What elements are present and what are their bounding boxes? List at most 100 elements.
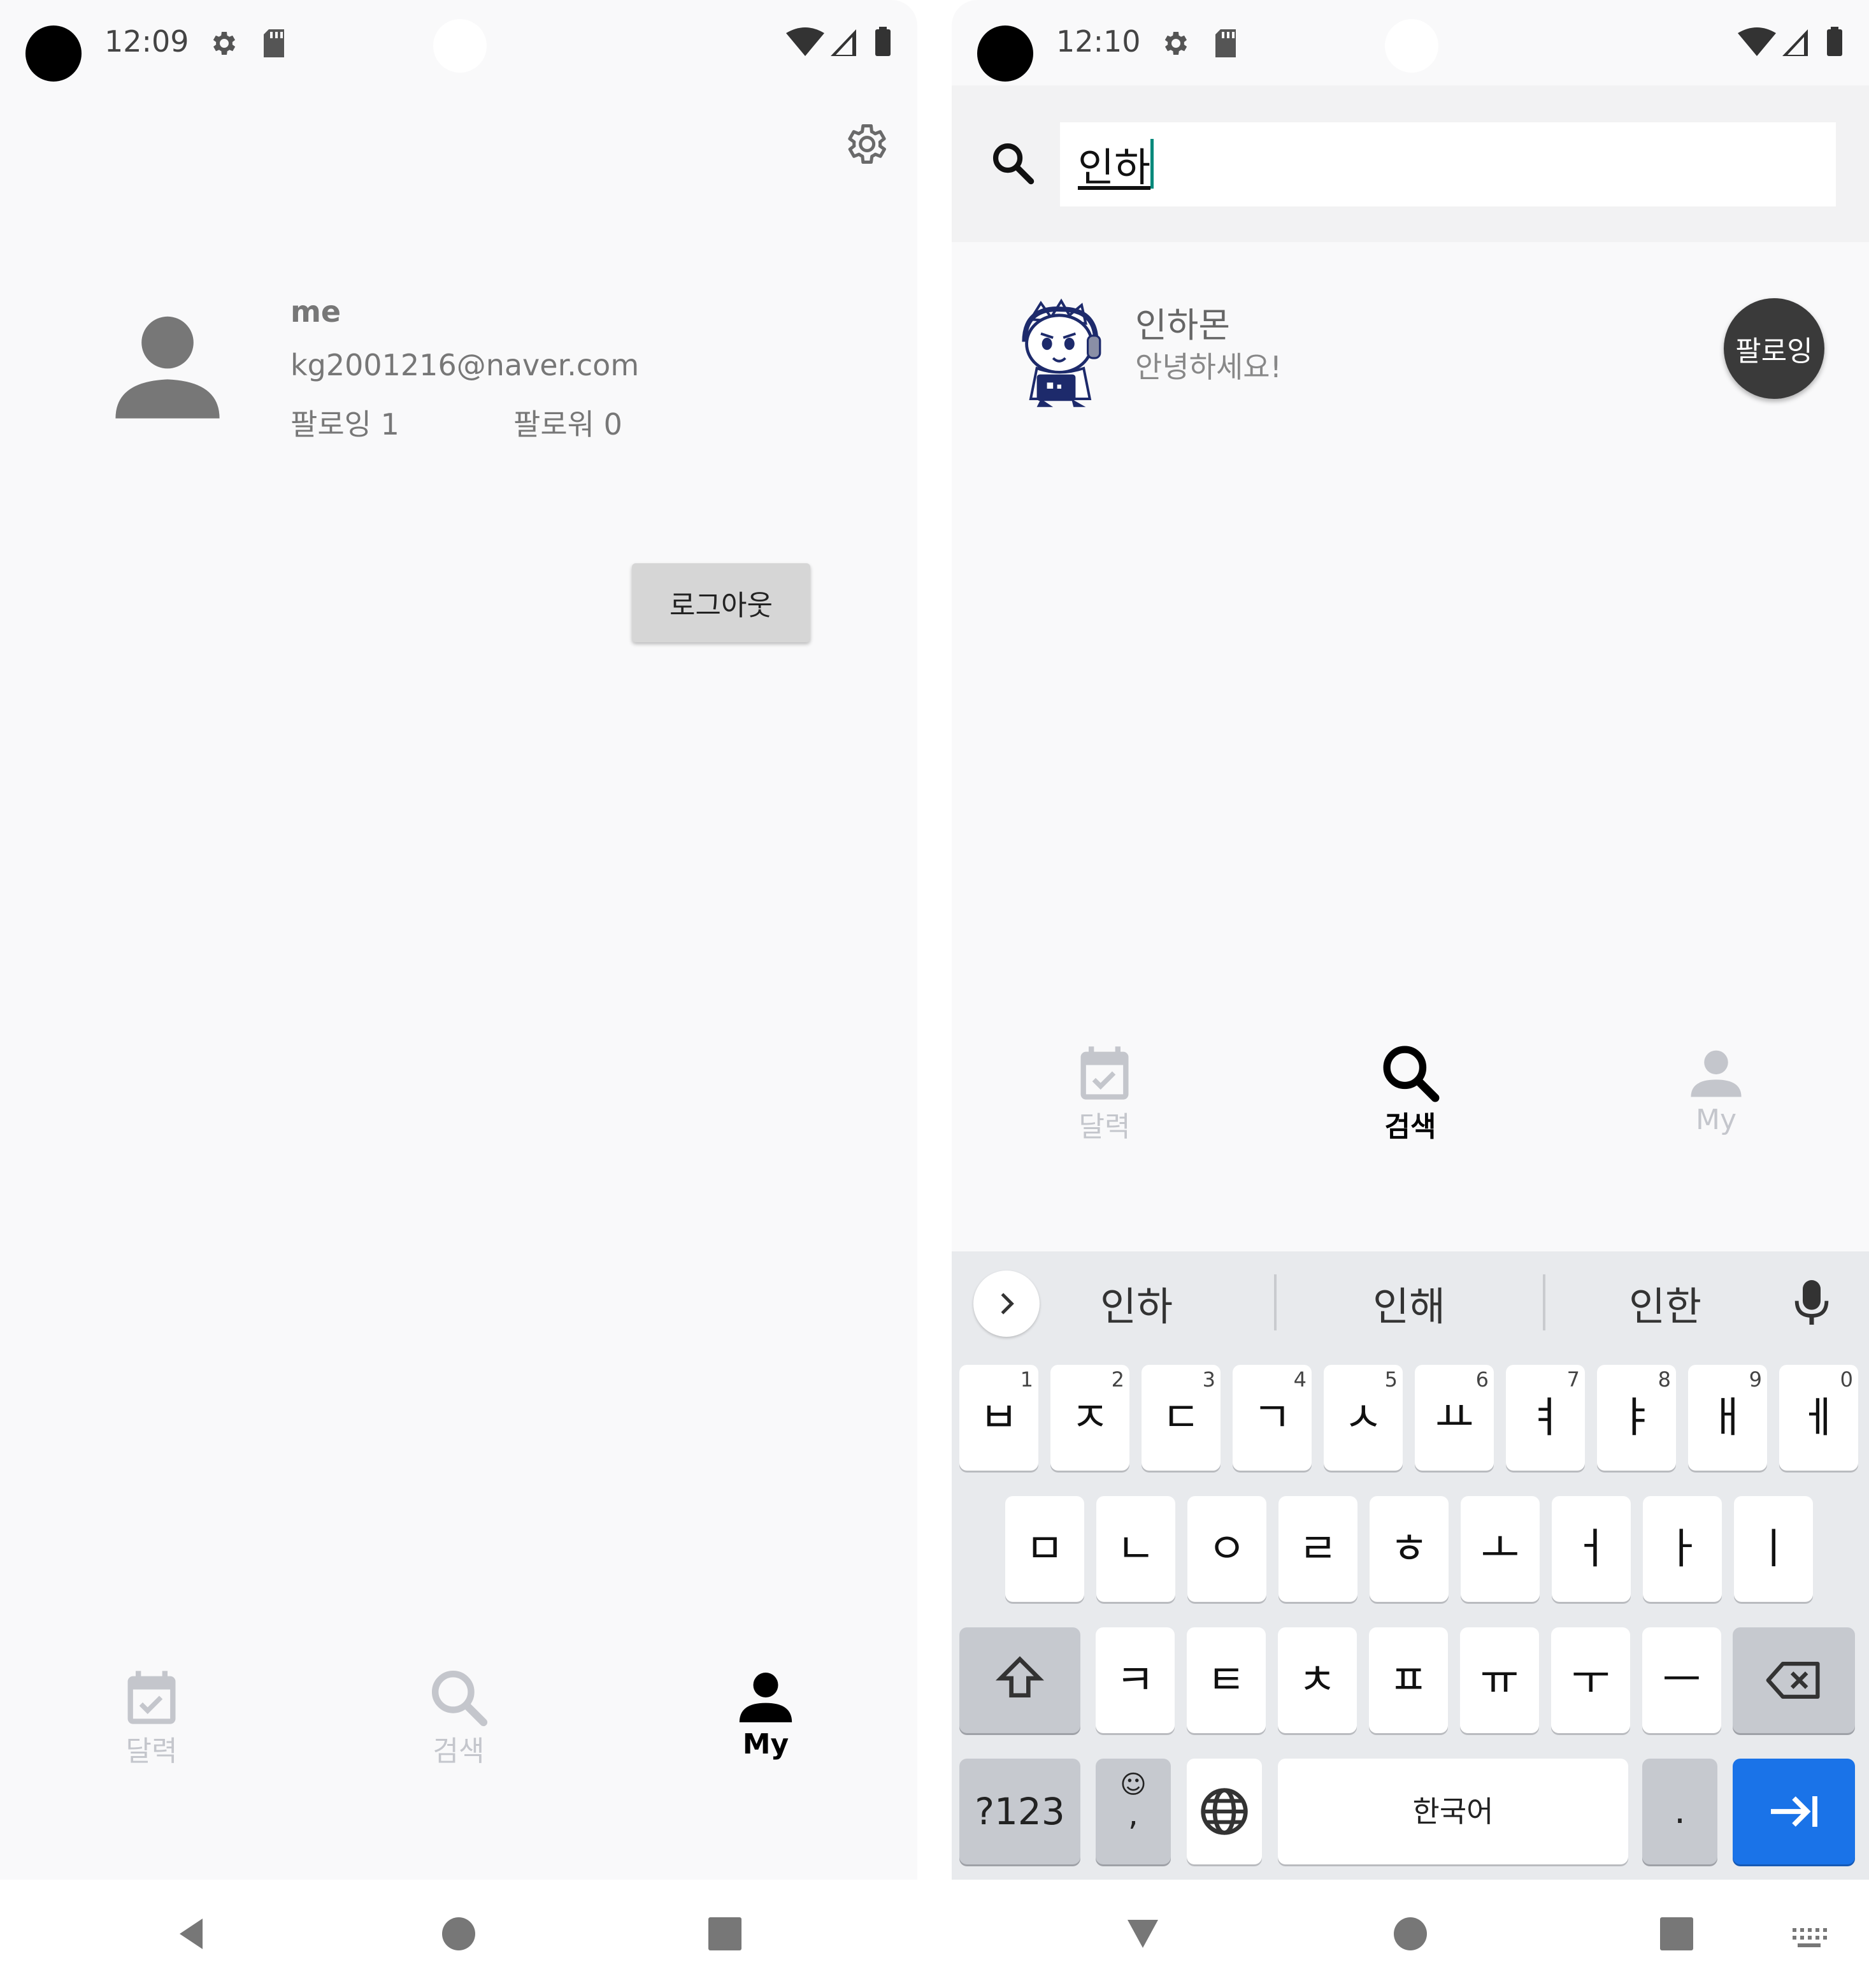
emoji-comma-key[interactable]: ☺ , [1096,1759,1171,1864]
hide-keyboard-icon[interactable] [1124,1915,1162,1953]
tab-arrow-icon [1771,1796,1817,1827]
key-yu[interactable]: ㅠ [1460,1627,1539,1733]
tab-my[interactable]: My [702,1664,829,1761]
key-giyeok[interactable]: ㄱ4 [1233,1365,1312,1471]
result-user-status: 안녕하세요! [1135,350,1282,384]
next-action-key[interactable] [1733,1759,1855,1864]
status-bar: 12:09 [0,0,917,89]
wifi-icon [786,27,824,56]
profile-name: me [290,294,341,329]
key-e[interactable]: ㅔ0 [1779,1365,1858,1471]
key-eo[interactable]: ㅓ [1552,1496,1631,1602]
back-icon[interactable] [172,1915,210,1953]
profile-screen: 12:09 me kg2001216@naver.com 팔로잉 1 팔로워 0… [0,0,917,1988]
suggestion-3[interactable]: 인한 [1570,1274,1761,1332]
settings-notification-icon [1164,32,1187,55]
key-o[interactable]: ㅗ [1461,1496,1540,1602]
follower-count[interactable]: 팔로워 0 [513,401,622,443]
wifi-icon [1738,27,1776,56]
key-rieul[interactable]: ㄹ [1278,1496,1357,1602]
recents-icon[interactable] [1658,1915,1696,1953]
space-key[interactable]: 한국어 [1278,1759,1628,1864]
logout-button[interactable]: 로그아웃 [632,563,810,642]
home-icon[interactable] [1391,1915,1429,1953]
suggestion-strip: 인하 인해 인한 [952,1251,1869,1353]
key-yeo[interactable]: ㅕ7 [1506,1365,1585,1471]
status-time: 12:10 [1056,24,1141,59]
shift-key[interactable] [959,1627,1080,1733]
front-camera [1385,19,1438,73]
key-tieut[interactable]: ㅌ [1187,1627,1266,1733]
tab-calendar-label: 달력 [1078,1111,1131,1143]
tab-my[interactable]: My [1652,1040,1780,1136]
suggestion-2[interactable]: 인해 [1314,1274,1505,1332]
key-hieut[interactable]: ㅎ [1370,1496,1449,1602]
microphone-icon[interactable] [1794,1278,1830,1327]
key-bieup[interactable]: ㅂ1 [959,1365,1038,1471]
search-icon [992,143,1035,185]
tab-search-label: 검색 [1384,1111,1436,1143]
suggestion-1[interactable]: 인하 [1054,1274,1219,1332]
tab-calendar[interactable]: 달력 [1041,1040,1168,1144]
tab-calendar[interactable]: 달력 [88,1664,215,1769]
person-icon [739,1673,792,1722]
key-kieuk[interactable]: ㅋ [1096,1627,1175,1733]
profile-email: kg2001216@naver.com [290,348,640,382]
camera-cutout [977,25,1033,82]
comma-label: , [1128,1796,1138,1833]
key-ya[interactable]: ㅑ8 [1597,1365,1676,1471]
expand-toolbar-button[interactable] [973,1271,1040,1337]
search-result-row[interactable]: 인하몬 안녕하세요! 팔로잉 [952,274,1869,427]
tab-search[interactable]: 검색 [1347,1040,1474,1144]
key-siot[interactable]: ㅅ5 [1324,1365,1403,1471]
soft-keyboard: 인하 인해 인한 ㅂ1 ㅈ2 ㄷ3 ㄱ4 ㅅ5 ㅛ6 ㅕ7 ㅑ8 ㅐ9 ㅔ0 ㅁ… [952,1251,1869,1880]
key-chieut[interactable]: ㅊ [1278,1627,1357,1733]
keyboard-switcher-icon[interactable] [1790,1924,1828,1950]
key-nieun[interactable]: ㄴ [1096,1496,1175,1602]
search-icon [1383,1046,1440,1102]
key-row-4: ?123 ☺ , 한국어 . [959,1759,1861,1864]
search-screen: 12:10 인하 인하몬 안녕하세요! 팔로잉 달력 검색 My 인하 인해 인… [952,0,1869,1988]
key-row-1: ㅂ1 ㅈ2 ㄷ3 ㄱ4 ㅅ5 ㅛ6 ㅕ7 ㅑ8 ㅐ9 ㅔ0 [959,1365,1861,1471]
battery-icon [1827,29,1842,56]
key-yo[interactable]: ㅛ6 [1415,1365,1494,1471]
key-digeut[interactable]: ㄷ3 [1142,1365,1221,1471]
sd-card-icon [264,29,284,57]
follow-button[interactable]: 팔로잉 [1724,298,1824,399]
key-eu[interactable]: ㅡ [1642,1627,1721,1733]
key-jieut[interactable]: ㅈ2 [1050,1365,1129,1471]
search-header: 인하 [952,85,1869,242]
symbols-key[interactable]: ?123 [959,1759,1080,1864]
language-key[interactable] [1187,1759,1262,1864]
key-row-3: ㅋ ㅌ ㅊ ㅍ ㅠ ㅜ ㅡ [959,1627,1861,1733]
key-mieum[interactable]: ㅁ [1005,1496,1084,1602]
search-icon [431,1670,488,1727]
calendar-check-icon [127,1671,176,1724]
system-navigation-bar [0,1880,917,1988]
tab-search[interactable]: 검색 [395,1664,522,1769]
avatar-placeholder-icon [115,316,220,419]
tab-my-label: My [1695,1104,1737,1136]
key-a[interactable]: ㅏ [1643,1496,1722,1602]
key-ae[interactable]: ㅐ9 [1688,1365,1767,1471]
period-key[interactable]: . [1642,1759,1717,1864]
key-i[interactable]: ㅣ [1734,1496,1813,1602]
home-icon[interactable] [440,1915,478,1953]
recents-icon[interactable] [706,1915,744,1953]
calendar-check-icon [1080,1046,1129,1100]
status-time: 12:09 [104,24,189,59]
backspace-key[interactable] [1733,1627,1855,1733]
system-navigation-bar [952,1880,1869,1988]
key-pieup[interactable]: ㅍ [1369,1627,1448,1733]
key-ieung[interactable]: ㅇ [1187,1496,1266,1602]
person-icon [1691,1050,1742,1097]
text-cursor [1150,139,1154,189]
following-count[interactable]: 팔로잉 1 [290,401,399,443]
settings-gear-icon[interactable] [841,120,889,168]
search-input[interactable]: 인하 [1060,122,1836,206]
tab-calendar-label: 달력 [125,1735,178,1768]
key-u[interactable]: ㅜ [1551,1627,1630,1733]
globe-icon [1201,1788,1248,1835]
chevron-right-icon [1001,1293,1014,1315]
user-avatar-mascot [1022,298,1101,407]
